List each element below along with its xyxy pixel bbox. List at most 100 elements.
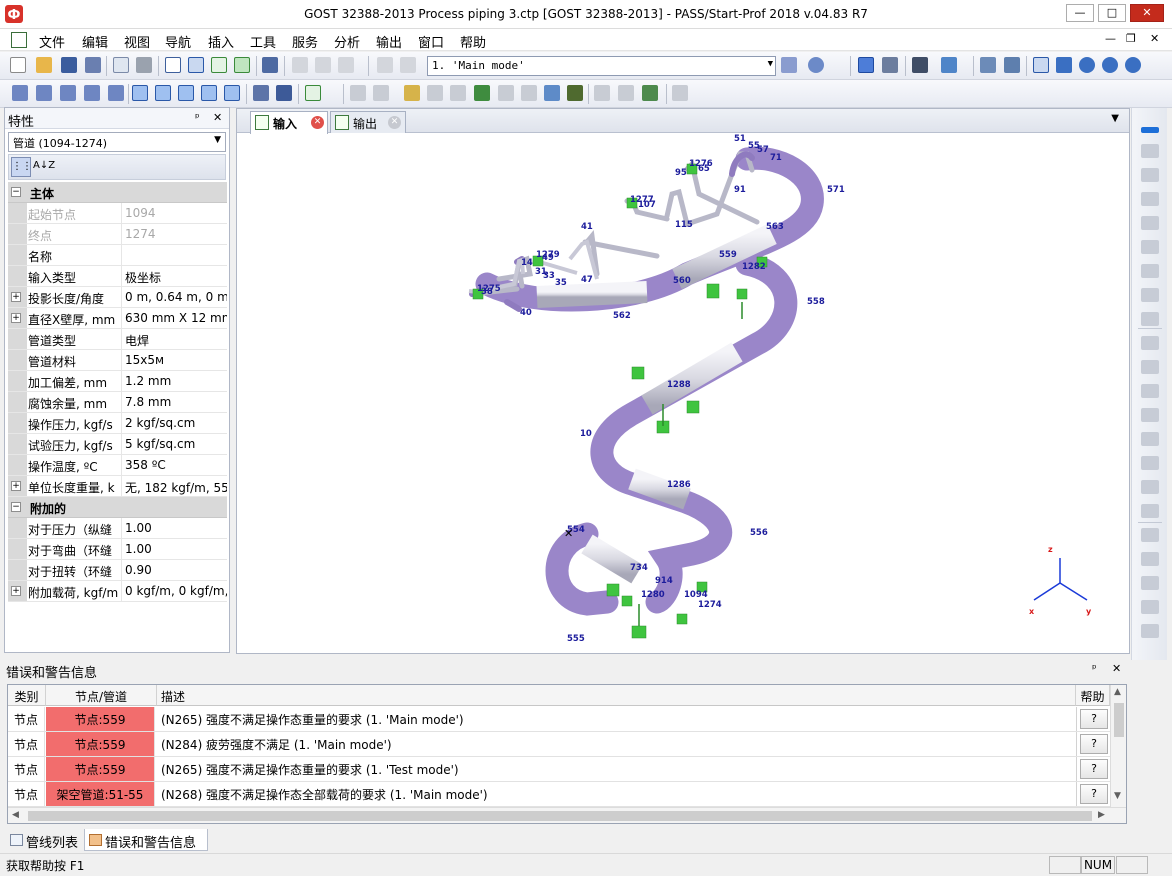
open-folder-icon[interactable] xyxy=(36,57,52,73)
column-header-node[interactable]: 节点/管道 xyxy=(46,685,157,706)
property-row[interactable]: 试验压力, kgf/s 5 kgf/sq.cm xyxy=(8,434,227,455)
node-label[interactable]: 71 xyxy=(770,153,782,163)
table-view-icon[interactable] xyxy=(165,57,181,73)
delete-icon[interactable] xyxy=(672,85,688,101)
property-row[interactable]: 输入类型 极坐标 xyxy=(8,266,227,287)
collapse-icon[interactable]: − xyxy=(11,187,21,197)
property-value[interactable]: 358 ºC xyxy=(121,455,227,475)
nozzle-tool-icon[interactable] xyxy=(1141,312,1159,326)
zoom-icon[interactable] xyxy=(1079,57,1095,73)
stop-tool-icon[interactable] xyxy=(1141,456,1159,470)
node-label[interactable]: 41 xyxy=(581,222,593,232)
property-category[interactable]: − 主体 xyxy=(8,182,227,203)
scrollbar-thumb[interactable] xyxy=(1114,703,1124,737)
property-value[interactable]: 5 kgf/sq.cm xyxy=(121,434,227,454)
node-label[interactable]: 95 xyxy=(675,168,687,178)
bend-tool-icon[interactable] xyxy=(1141,144,1159,158)
compensator-tool-icon[interactable] xyxy=(1141,288,1159,302)
node-label[interactable]: 1094 xyxy=(684,590,708,600)
node-label[interactable]: 571 xyxy=(827,185,845,195)
add-pipe-icon[interactable] xyxy=(36,85,52,101)
menu-analysis[interactable]: 分析 xyxy=(334,32,360,51)
column-header-description[interactable]: 描述 xyxy=(157,685,1076,706)
pin-icon[interactable]: ᵖ xyxy=(195,111,200,124)
pipe-branch-icon[interactable] xyxy=(201,85,217,101)
menu-insert[interactable]: 插入 xyxy=(208,32,234,51)
property-value[interactable]: 2 kgf/sq.cm xyxy=(121,413,227,433)
calculator-icon[interactable] xyxy=(262,57,278,73)
import-icon[interactable] xyxy=(594,85,610,101)
pipe-properties-icon[interactable] xyxy=(253,85,269,101)
paste-icon[interactable] xyxy=(338,57,354,73)
node-label[interactable]: 14 xyxy=(521,258,533,268)
pipe-valve-icon[interactable] xyxy=(224,85,240,101)
horizontal-scrollbar[interactable]: ◀ ▶ xyxy=(8,807,1126,823)
add-reducer-icon[interactable] xyxy=(108,85,124,101)
spring-hanger-icon[interactable] xyxy=(521,85,537,101)
remove-support-icon[interactable] xyxy=(1141,336,1159,350)
property-row[interactable]: 对于弯曲（环缝 1.00 xyxy=(8,539,227,560)
tab-list-icon[interactable]: ▼ xyxy=(1111,113,1119,124)
report-icon[interactable] xyxy=(305,85,321,101)
node-label[interactable]: 40 xyxy=(520,308,532,318)
new-file-icon[interactable] xyxy=(10,57,26,73)
expand-icon[interactable]: + xyxy=(11,292,21,302)
anchor-tool-icon[interactable] xyxy=(1141,360,1159,374)
node-label[interactable]: 1286 xyxy=(667,480,691,490)
check-model-icon[interactable] xyxy=(211,57,227,73)
node-label[interactable]: 49 xyxy=(542,253,554,263)
reducer-tool-icon[interactable] xyxy=(1141,192,1159,206)
insulation-tool-icon[interactable] xyxy=(1141,552,1159,566)
support-tool-1-icon[interactable] xyxy=(350,85,366,101)
table-row[interactable]: 节点 架空管道:51-55 (N268) 强度不满足操作态全部载荷的要求 (1. '… xyxy=(8,782,1110,807)
flange-icon[interactable] xyxy=(450,85,466,101)
rest-tool-icon[interactable] xyxy=(1141,480,1159,494)
node-label[interactable]: 91 xyxy=(734,185,746,195)
property-row[interactable]: + 单位长度重量, k 无, 182 kgf/m, 55.87 xyxy=(8,476,227,497)
soil-tool-icon[interactable] xyxy=(1141,600,1159,614)
help-button[interactable]: ? xyxy=(1080,734,1108,754)
menu-tools[interactable]: 工具 xyxy=(250,32,276,51)
close-icon[interactable]: ✕ xyxy=(311,116,324,129)
find-icon[interactable] xyxy=(912,57,928,73)
zoom-window-icon[interactable] xyxy=(980,57,996,73)
node-label[interactable]: 107 xyxy=(638,200,656,210)
property-category[interactable]: − 附加的 xyxy=(8,497,227,518)
tab-errors-warnings[interactable]: 错误和警告信息 xyxy=(84,829,208,851)
tee-tool-icon[interactable] xyxy=(1141,168,1159,182)
node-label[interactable]: 47 xyxy=(581,275,593,285)
table-row[interactable]: 节点 节点:559 (N265) 强度不满足操作态重量的要求 (1. 'Main m… xyxy=(8,707,1110,732)
mdi-restore-button[interactable]: ❐ xyxy=(1126,32,1136,45)
plan-view-icon[interactable] xyxy=(882,57,898,73)
pipe-node-icon[interactable] xyxy=(155,85,171,101)
expand-icon[interactable]: + xyxy=(11,313,21,323)
copy-icon[interactable] xyxy=(315,57,331,73)
property-value[interactable]: 1.2 mm xyxy=(121,371,227,391)
pipe-list-icon[interactable] xyxy=(276,85,292,101)
more-tools-icon[interactable] xyxy=(1141,624,1159,638)
property-value[interactable]: 0 kgf/m, 0 kgf/m, 0 xyxy=(121,581,227,601)
measure-icon[interactable] xyxy=(567,85,583,101)
object-selector[interactable]: 管道 (1094-1274) ▼ xyxy=(8,132,226,152)
snubber-tool-icon[interactable] xyxy=(1141,504,1159,518)
close-icon[interactable]: ✕ xyxy=(388,116,401,129)
node-label[interactable]: 734 xyxy=(630,563,648,573)
mdi-close-button[interactable]: ✕ xyxy=(1150,32,1159,45)
property-value[interactable]: 0.90 xyxy=(121,560,227,580)
node-label[interactable]: 33 xyxy=(543,271,555,281)
node-label[interactable]: 556 xyxy=(750,528,768,538)
mode-selector[interactable]: 1. 'Main mode' ▼ xyxy=(427,56,776,76)
menu-window[interactable]: 窗口 xyxy=(418,32,444,51)
add-node-icon[interactable] xyxy=(12,85,28,101)
node-label[interactable]: 1280 xyxy=(641,590,665,600)
help-button[interactable]: ? xyxy=(1080,759,1108,779)
property-row[interactable]: 管道材料 15x5м xyxy=(8,350,227,371)
pin-icon[interactable]: ᵖ xyxy=(1092,662,1097,675)
property-row[interactable]: + 附加载荷, kgf/m0 kgf/m, 0 kgf/m, 0 xyxy=(8,581,227,602)
options-icon[interactable] xyxy=(642,85,658,101)
property-row[interactable]: 操作温度, ºC 358 ºC xyxy=(8,455,227,476)
load-tool-icon[interactable] xyxy=(1141,528,1159,542)
property-row[interactable]: 名称 xyxy=(8,245,227,266)
property-row[interactable]: 操作压力, kgf/s 2 kgf/sq.cm xyxy=(8,413,227,434)
node-label[interactable]: 38 xyxy=(481,287,493,297)
